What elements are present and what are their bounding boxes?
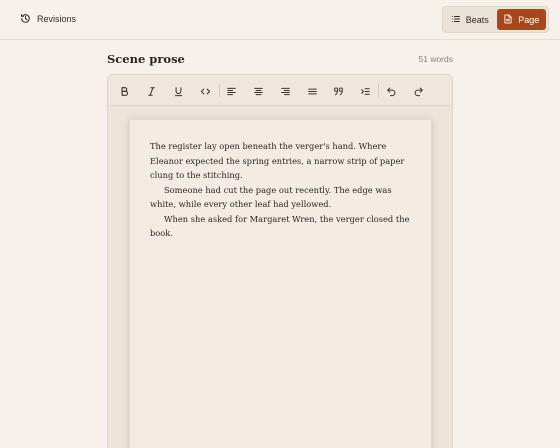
- align-left-icon: [226, 87, 236, 95]
- prose-text[interactable]: The register lay open beneath the verger…: [150, 139, 415, 241]
- document-icon: [503, 14, 513, 26]
- prose-paragraph: Someone had cut the page out recently. T…: [150, 184, 392, 210]
- revisions-label: Revisions: [37, 14, 77, 24]
- underline-icon: [174, 86, 182, 96]
- underline-button[interactable]: [170, 83, 186, 99]
- prose-paragraph: The register lay open beneath the verger…: [150, 141, 405, 180]
- align-justify-button[interactable]: [304, 83, 320, 99]
- toolbar-separator: [219, 84, 220, 97]
- toolbar-separator: [378, 84, 379, 97]
- align-right-icon: [280, 87, 290, 95]
- beats-label: Beats: [465, 14, 489, 25]
- align-center-icon: [253, 87, 263, 95]
- top-bar: Revisions Beats Page: [0, 0, 560, 40]
- editor-canvas: The register lay open beneath the verger…: [108, 106, 452, 448]
- prose-paragraph: When she asked for Margaret Wren, the ve…: [150, 213, 410, 239]
- section-title: Scene prose: [107, 52, 185, 66]
- page-label: Page: [518, 14, 540, 25]
- blockquote-button[interactable]: [330, 83, 346, 99]
- word-count: 51 words: [418, 54, 454, 64]
- italic-button[interactable]: [143, 83, 159, 99]
- beats-view-button[interactable]: Beats: [445, 9, 495, 30]
- view-toggle: Beats Page: [442, 6, 549, 33]
- indent-icon: [360, 87, 370, 95]
- align-justify-icon: [307, 88, 317, 94]
- redo-button[interactable]: [410, 83, 426, 99]
- prose-page[interactable]: The register lay open beneath the verger…: [129, 119, 432, 448]
- bold-icon: [121, 86, 128, 96]
- quote-icon: [333, 87, 343, 95]
- prose-editor: The register lay open beneath the verger…: [107, 74, 453, 448]
- align-left-button[interactable]: [223, 83, 239, 99]
- revisions-button[interactable]: Revisions: [14, 8, 82, 30]
- align-center-button[interactable]: [250, 83, 266, 99]
- code-button[interactable]: [197, 83, 213, 99]
- formatting-toolbar: [108, 75, 452, 106]
- indent-button[interactable]: [357, 83, 373, 99]
- italic-icon: [147, 86, 155, 96]
- undo-button[interactable]: [383, 83, 399, 99]
- undo-icon: [386, 87, 395, 96]
- redo-icon: [414, 87, 423, 96]
- bold-button[interactable]: [116, 83, 132, 99]
- page-view-button[interactable]: Page: [496, 9, 546, 30]
- history-icon: [20, 13, 31, 26]
- align-right-button[interactable]: [277, 83, 293, 99]
- code-icon: [200, 88, 210, 94]
- list-icon: [451, 14, 461, 26]
